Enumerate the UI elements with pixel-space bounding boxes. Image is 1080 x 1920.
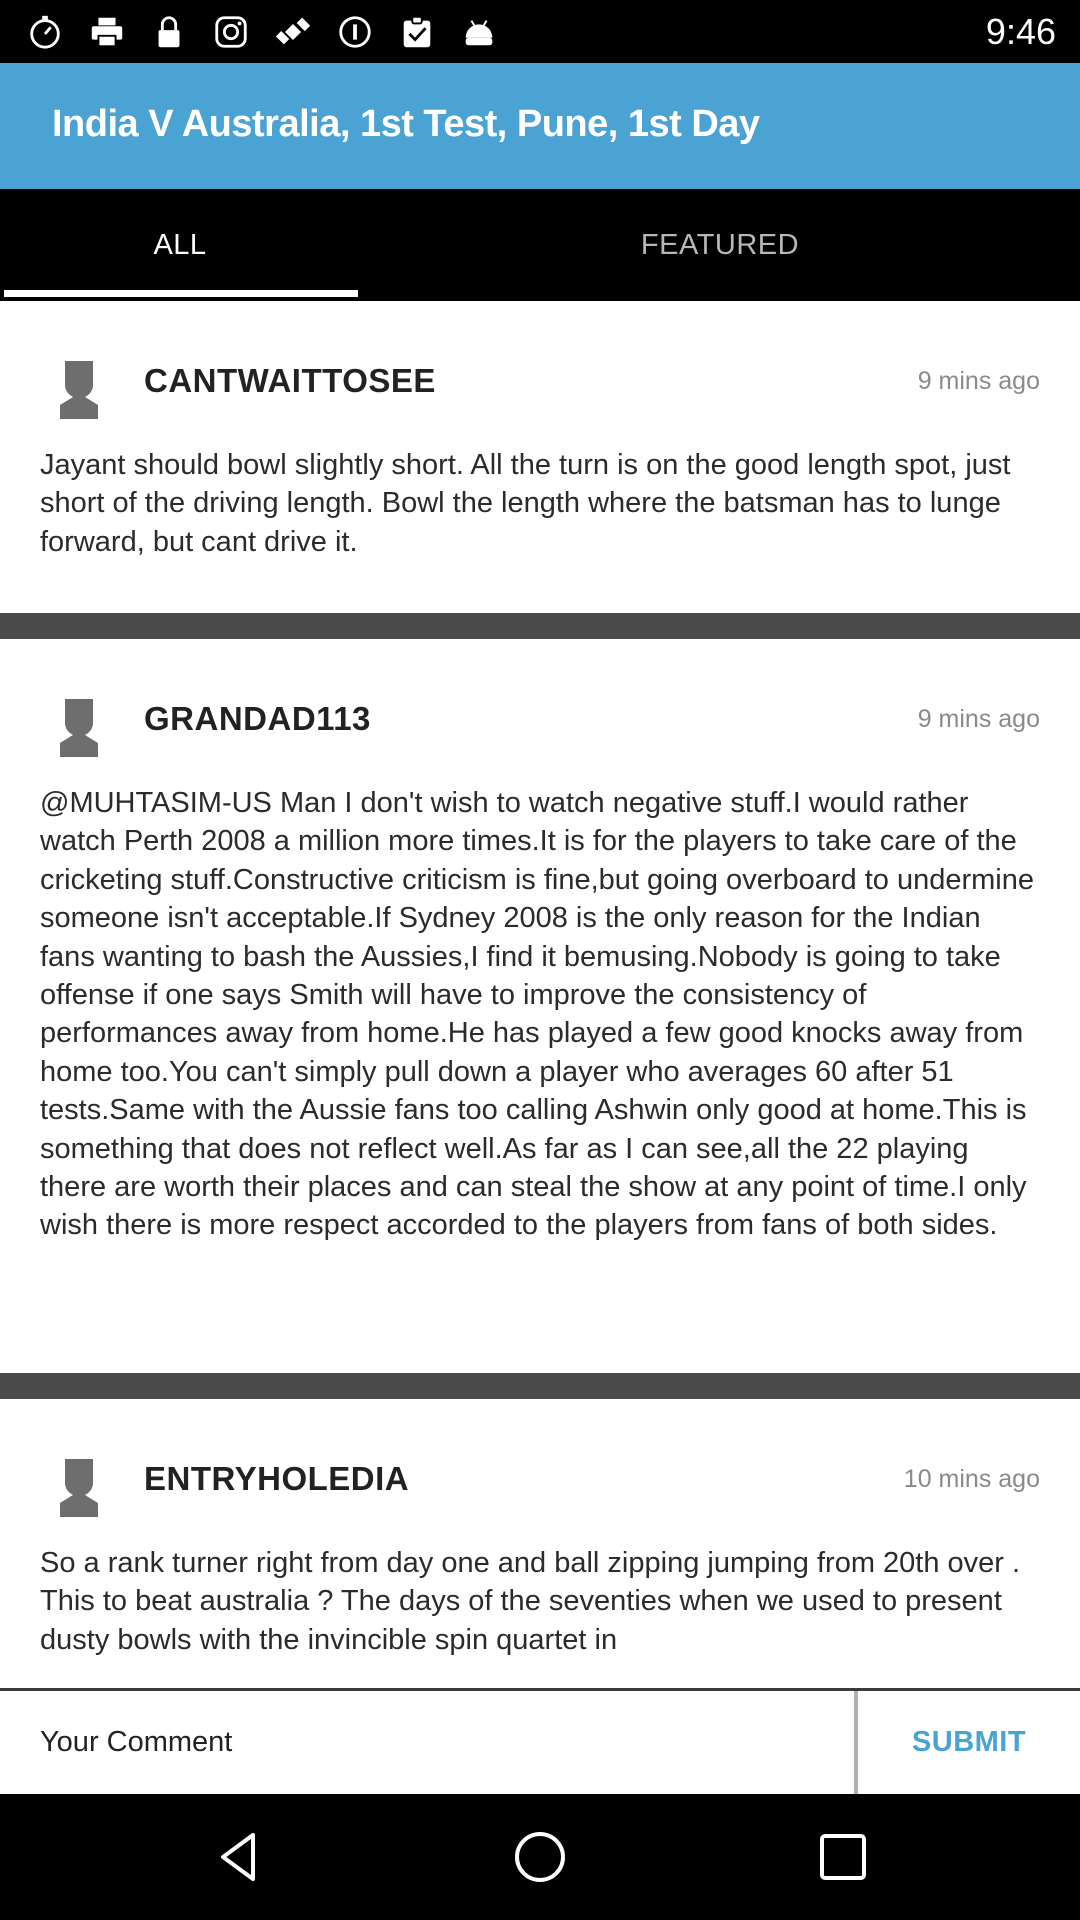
navigation-bar	[0, 1794, 1080, 1920]
tab-all-label: ALL	[153, 228, 207, 261]
page-title: India V Australia, 1st Test, Pune, 1st D…	[52, 103, 760, 145]
printer-icon	[86, 11, 128, 53]
comment-text: Jayant should bowl slightly short. All t…	[40, 449, 1011, 558]
status-time: 9:46	[985, 10, 1056, 52]
comment-header: CANTWAITTOSEE 9 mins ago	[0, 301, 1080, 446]
comment-item: CANTWAITTOSEE 9 mins ago Jayant should b…	[0, 301, 1080, 613]
comment-item: ENTRYHOLEDIA 10 mins ago So a rank turne…	[0, 1399, 1080, 1688]
avatar-icon	[60, 357, 98, 419]
clipboard-check-icon	[396, 11, 438, 53]
status-right: 9:46	[986, 0, 1056, 63]
tab-active-indicator	[4, 290, 358, 297]
avatar-icon	[60, 695, 98, 757]
stopwatch-icon	[24, 11, 66, 53]
comment-timestamp: 9 mins ago	[917, 367, 1040, 395]
comment-username[interactable]: GRANDAD113	[144, 700, 371, 738]
comment-input[interactable]	[0, 1691, 854, 1794]
recents-icon[interactable]	[808, 1822, 878, 1892]
tab-featured[interactable]: FEATURED	[360, 189, 1080, 301]
android-icon	[458, 11, 500, 53]
status-bar: 9:46	[0, 0, 1080, 63]
tab-all[interactable]: ALL	[0, 189, 360, 301]
comment-username[interactable]: ENTRYHOLEDIA	[144, 1460, 409, 1498]
comment-username[interactable]: CANTWAITTOSEE	[144, 362, 436, 400]
comment-text: So a rank turner right from day one and …	[40, 1547, 1021, 1656]
avatar-icon	[60, 1455, 98, 1517]
info-circle-icon	[334, 11, 376, 53]
comment-text: @MUHTASIM-US Man I don't wish to watch n…	[40, 787, 1034, 1242]
comment-header: ENTRYHOLEDIA 10 mins ago	[0, 1399, 1080, 1544]
comment-timestamp: 10 mins ago	[903, 1465, 1040, 1493]
comment-item: GRANDAD113 9 mins ago @MUHTASIM-US Man I…	[0, 639, 1080, 1373]
home-icon[interactable]	[505, 1822, 575, 1892]
tab-featured-label: FEATURED	[640, 228, 800, 261]
comment-feed[interactable]: CANTWAITTOSEE 9 mins ago Jayant should b…	[0, 301, 1080, 1688]
comment-bar: SUBMIT	[0, 1688, 1080, 1794]
fake-gps-icon	[272, 11, 314, 53]
tab-bar: ALL FEATURED	[0, 189, 1080, 301]
comment-divider	[0, 613, 1080, 639]
notification-icons	[24, 8, 500, 56]
comment-timestamp: 9 mins ago	[917, 705, 1040, 733]
comment-divider	[0, 1373, 1080, 1399]
lock-icon	[148, 11, 190, 53]
comment-header: GRANDAD113 9 mins ago	[0, 639, 1080, 784]
app-header: India V Australia, 1st Test, Pune, 1st D…	[0, 63, 1080, 189]
submit-button[interactable]: SUBMIT	[858, 1691, 1080, 1794]
back-icon[interactable]	[204, 1822, 274, 1892]
instagram-icon	[210, 11, 252, 53]
